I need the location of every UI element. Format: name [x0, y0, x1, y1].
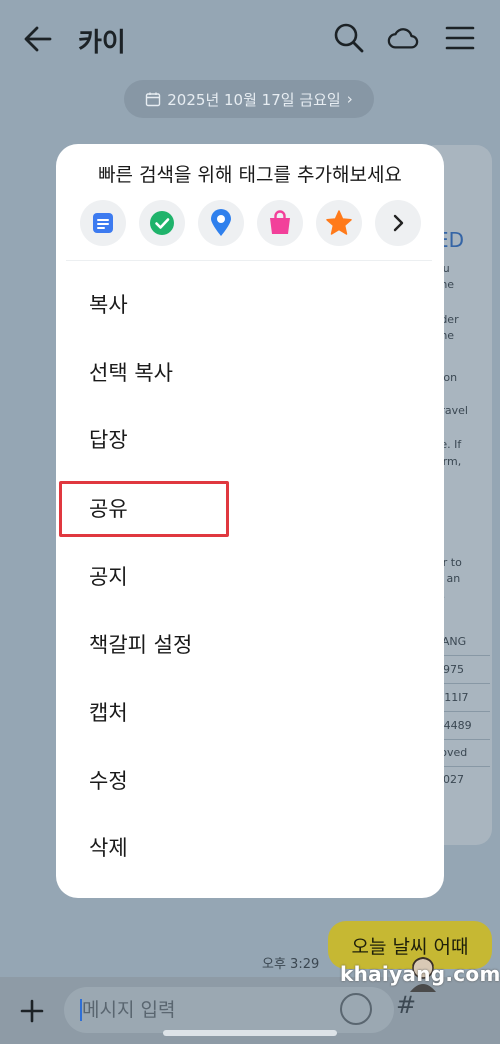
menu-item-capture[interactable]: 캡처	[56, 682, 444, 744]
location-tag-icon	[211, 209, 231, 236]
text-caret	[80, 999, 82, 1021]
home-indicator[interactable]	[163, 1030, 337, 1036]
message-input-placeholder: 메시지 입력	[82, 999, 176, 1021]
shopping-tag-button[interactable]	[257, 200, 303, 246]
check-tag-icon	[150, 211, 174, 235]
check-tag-button[interactable]	[139, 200, 185, 246]
menu-item-delete[interactable]: 삭제	[56, 817, 444, 879]
chat-title: 카이	[78, 28, 126, 58]
tag-row	[80, 200, 424, 246]
menu-item-bookmark[interactable]: 책갈피 설정	[56, 614, 444, 676]
chevron-right-icon	[393, 214, 404, 232]
search-icon[interactable]	[333, 22, 365, 54]
more-tags-button[interactable]	[375, 200, 421, 246]
menu-divider	[66, 260, 432, 261]
menu-item-edit[interactable]: 수정	[56, 750, 444, 812]
watermark-text: khaiyang.com	[340, 962, 500, 986]
menu-item-notice[interactable]: 공지	[56, 546, 444, 608]
star-tag-button[interactable]	[316, 200, 362, 246]
menu-item-reply[interactable]: 답장	[56, 409, 444, 471]
note-tag-button[interactable]	[80, 200, 126, 246]
calendar-icon	[146, 92, 161, 107]
share-highlight-box	[59, 481, 229, 537]
date-text: 2025년 10월 17일 금요일	[167, 90, 341, 109]
emoji-icon[interactable]	[340, 993, 372, 1025]
menu-item-copy[interactable]: 복사	[56, 274, 444, 336]
date-pill[interactable]: 2025년 10월 17일 금요일 ›	[124, 80, 374, 118]
chevron-right-icon: ›	[346, 90, 353, 108]
hamburger-menu-icon[interactable]	[444, 22, 476, 54]
plus-icon[interactable]	[14, 993, 50, 1029]
cloud-icon[interactable]	[387, 22, 419, 54]
location-tag-button[interactable]	[198, 200, 244, 246]
message-time: 오후 3:29	[262, 957, 320, 972]
note-tag-icon	[93, 213, 113, 233]
arrow-left-icon[interactable]	[22, 24, 54, 54]
shopping-tag-icon	[270, 210, 290, 234]
star-tag-icon	[326, 210, 352, 235]
hash-icon[interactable]: #	[396, 991, 416, 1019]
tag-prompt-title: 빠른 검색을 위해 태그를 추가해보세요	[98, 164, 402, 186]
menu-item-select-copy[interactable]: 선택 복사	[56, 342, 444, 404]
chat-header: 카이	[0, 0, 500, 78]
